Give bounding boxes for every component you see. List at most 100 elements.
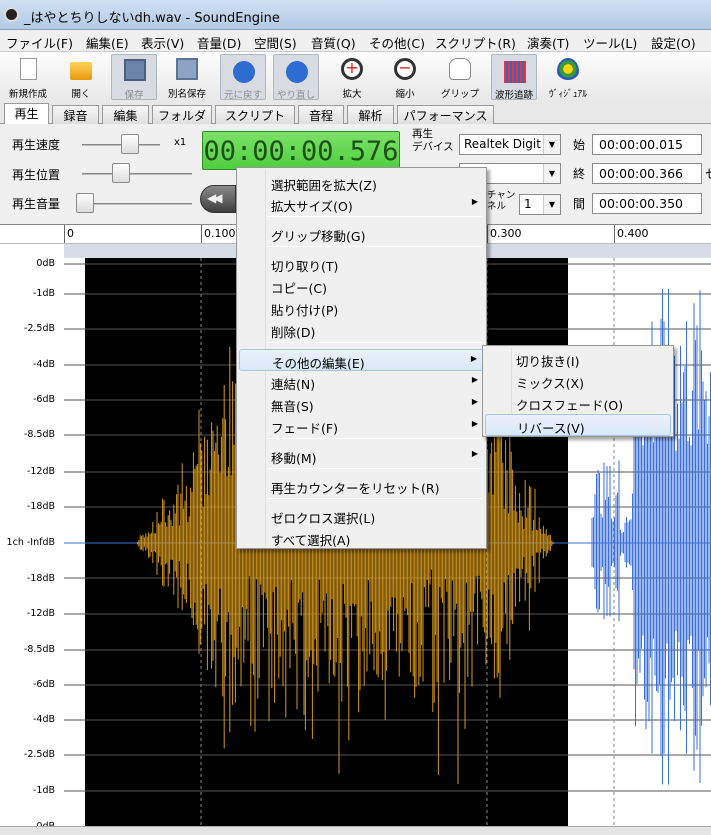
save-as-button[interactable]: 別名保存 xyxy=(164,54,210,100)
length-label: 間 xyxy=(573,197,586,211)
context-menu-item[interactable]: フェード(F) ▶ xyxy=(239,415,484,437)
context-menu-item[interactable]: 拡大サイズ(O) ▶ xyxy=(239,193,484,215)
context-menu-item[interactable]: コピー(C) xyxy=(239,275,484,297)
tab-play[interactable]: 再生 xyxy=(4,103,49,125)
context-menu-item[interactable]: 削除(D) xyxy=(239,319,484,341)
submenu-item[interactable]: リバース(V) xyxy=(485,414,671,436)
menu-item-label: 貼り付け(P) xyxy=(271,303,339,318)
position-slider-thumb[interactable] xyxy=(112,163,130,183)
toolbar: 新規作成 開く 保存 別名保存 元に戻す やり直し + 拡大 − 縮小 グリップ… xyxy=(0,52,711,102)
menu-quality[interactable]: 音質(Q) xyxy=(311,33,356,52)
save-button[interactable]: 保存 xyxy=(111,54,157,101)
volume-slider-track[interactable] xyxy=(82,203,192,205)
tab-folder[interactable]: フォルダ xyxy=(152,105,212,124)
menu-item-label: 無音(S) xyxy=(271,399,314,414)
menu-settings[interactable]: 設定(O) xyxy=(651,33,696,52)
context-menu-item[interactable]: グリップ移動(G) xyxy=(239,223,484,245)
context-menu-item[interactable]: その他の編集(E) ▶ xyxy=(239,349,484,371)
speed-label: 再生速度 xyxy=(12,138,61,152)
chevron-down-icon: ▼ xyxy=(543,195,560,214)
speed-slider-thumb[interactable] xyxy=(121,134,139,154)
channel-select[interactable]: 1 ▼ xyxy=(519,194,561,215)
menu-space[interactable]: 空間(S) xyxy=(254,33,297,52)
menu-item-label: 再生カウンターをリセット(R) xyxy=(271,481,440,496)
context-menu-item[interactable]: 連結(N) ▶ xyxy=(239,371,484,393)
other-edit-submenu: 切り抜き(I) ミックス(X) クロスフェード(O) リバース(V) xyxy=(482,345,674,437)
volume-slider-thumb[interactable] xyxy=(76,193,94,213)
submenu-item[interactable]: 切り抜き(I) xyxy=(485,348,671,370)
menu-play[interactable]: 演奏(T) xyxy=(527,33,569,52)
menu-item-label: すべて選択(A) xyxy=(271,533,351,548)
end-label: 終 xyxy=(573,167,586,181)
context-menu-item[interactable]: すべて選択(A) xyxy=(239,527,484,549)
volume-label: 再生音量 xyxy=(12,197,61,211)
menu-script[interactable]: スクリプト(R) xyxy=(435,33,516,52)
db-label: 1ch -InfdB xyxy=(6,537,55,548)
zoom-in-button[interactable]: + 拡大 xyxy=(329,54,375,100)
tab-performance[interactable]: パフォーマンス xyxy=(397,105,494,124)
chevron-down-icon: ▼ xyxy=(543,135,560,154)
tab-record[interactable]: 録音 xyxy=(52,105,99,124)
context-menu-item[interactable]: 再生カウンターをリセット(R) xyxy=(239,475,484,497)
device-select[interactable]: Realtek Digit ▼ xyxy=(459,134,561,155)
db-label: -6dB xyxy=(32,394,55,405)
visual-button[interactable]: ｳﾞｨｼﾞｭｱﾙ xyxy=(545,54,591,100)
menu-item-label: クロスフェード(O) xyxy=(516,398,624,413)
menu-other[interactable]: その他(C) xyxy=(369,33,425,52)
horizontal-scrollbar[interactable] xyxy=(0,826,711,835)
submenu-item[interactable]: ミックス(X) xyxy=(485,370,671,392)
menu-item-label: その他の編集(E) xyxy=(272,356,365,371)
context-menu-item[interactable]: ゼロクロス選択(L) xyxy=(239,505,484,527)
menu-item-label: リバース(V) xyxy=(517,421,585,436)
grip-hand-icon xyxy=(449,58,471,80)
db-scale: 0dB -1dB -2.5dB -4dB -6dB -8.5dB -12dB -18dB 1ch… xyxy=(0,244,64,832)
menu-item-label: グリップ移動(G) xyxy=(271,229,366,244)
menu-edit[interactable]: 編集(E) xyxy=(86,33,129,52)
context-menu-item[interactable]: 移動(M) ▶ xyxy=(239,445,484,467)
chevron-down-icon: ▼ xyxy=(543,164,560,183)
waveform-track-button[interactable]: 波形追跡 xyxy=(491,54,537,101)
grip-button[interactable]: グリップ xyxy=(437,54,483,100)
context-menu-item[interactable]: 切り取り(T) xyxy=(239,253,484,275)
tab-edit[interactable]: 編集 xyxy=(102,105,149,124)
menu-separator xyxy=(267,468,482,469)
menu-separator xyxy=(267,498,482,499)
db-label: -8.5dB xyxy=(23,429,55,440)
menu-tools[interactable]: ツール(L) xyxy=(583,33,637,52)
db-label: -4dB xyxy=(32,359,55,370)
db-label: -4dB xyxy=(32,714,55,725)
redo-button[interactable]: やり直し xyxy=(273,54,319,101)
context-menu-item[interactable]: 無音(S) ▶ xyxy=(239,393,484,415)
menu-view[interactable]: 表示(V) xyxy=(141,33,184,52)
title-bar: _はやとちりしないdh.wav - SoundEngine xyxy=(0,0,711,30)
menu-volume[interactable]: 音量(D) xyxy=(197,33,241,52)
submenu-item[interactable]: クロスフェード(O) xyxy=(485,392,671,414)
new-button[interactable]: 新規作成 xyxy=(5,54,51,100)
end-field[interactable]: 00:00:00.366 xyxy=(592,163,702,184)
ruler-tick xyxy=(201,225,202,243)
start-field[interactable]: 00:00:00.015 xyxy=(592,134,702,155)
ruler-mark: 0.100 xyxy=(204,227,236,240)
tab-analysis[interactable]: 解析 xyxy=(347,105,394,124)
tab-script[interactable]: スクリプト xyxy=(215,105,295,124)
tab-pitch[interactable]: 音程 xyxy=(298,105,344,124)
menu-item-label: ミックス(X) xyxy=(516,376,584,391)
length-field[interactable]: 00:00:00.350 xyxy=(592,193,702,214)
open-button[interactable]: 開く xyxy=(58,54,104,100)
app-icon[interactable] xyxy=(4,7,19,22)
context-menu-item[interactable]: 選択範囲を拡大(Z) xyxy=(239,172,484,194)
menu-item-label: 拡大サイズ(O) xyxy=(271,199,353,214)
menu-file[interactable]: ファイル(F) xyxy=(6,33,73,52)
context-menu-item[interactable]: 貼り付け(P) xyxy=(239,297,484,319)
undo-button[interactable]: 元に戻す xyxy=(220,54,266,101)
rewind-button[interactable]: ◀◀ xyxy=(200,185,236,213)
db-label: -2.5dB xyxy=(23,323,55,334)
zoom-out-icon: − xyxy=(394,58,416,80)
db-label: -6dB xyxy=(32,679,55,690)
menu-separator xyxy=(267,438,482,439)
menu-item-label: 切り取り(T) xyxy=(271,259,339,274)
ruler-tick xyxy=(487,225,488,243)
zoom-out-button[interactable]: − 縮小 xyxy=(382,54,428,100)
menu-separator xyxy=(267,342,482,343)
position-slider-track[interactable] xyxy=(82,173,192,175)
